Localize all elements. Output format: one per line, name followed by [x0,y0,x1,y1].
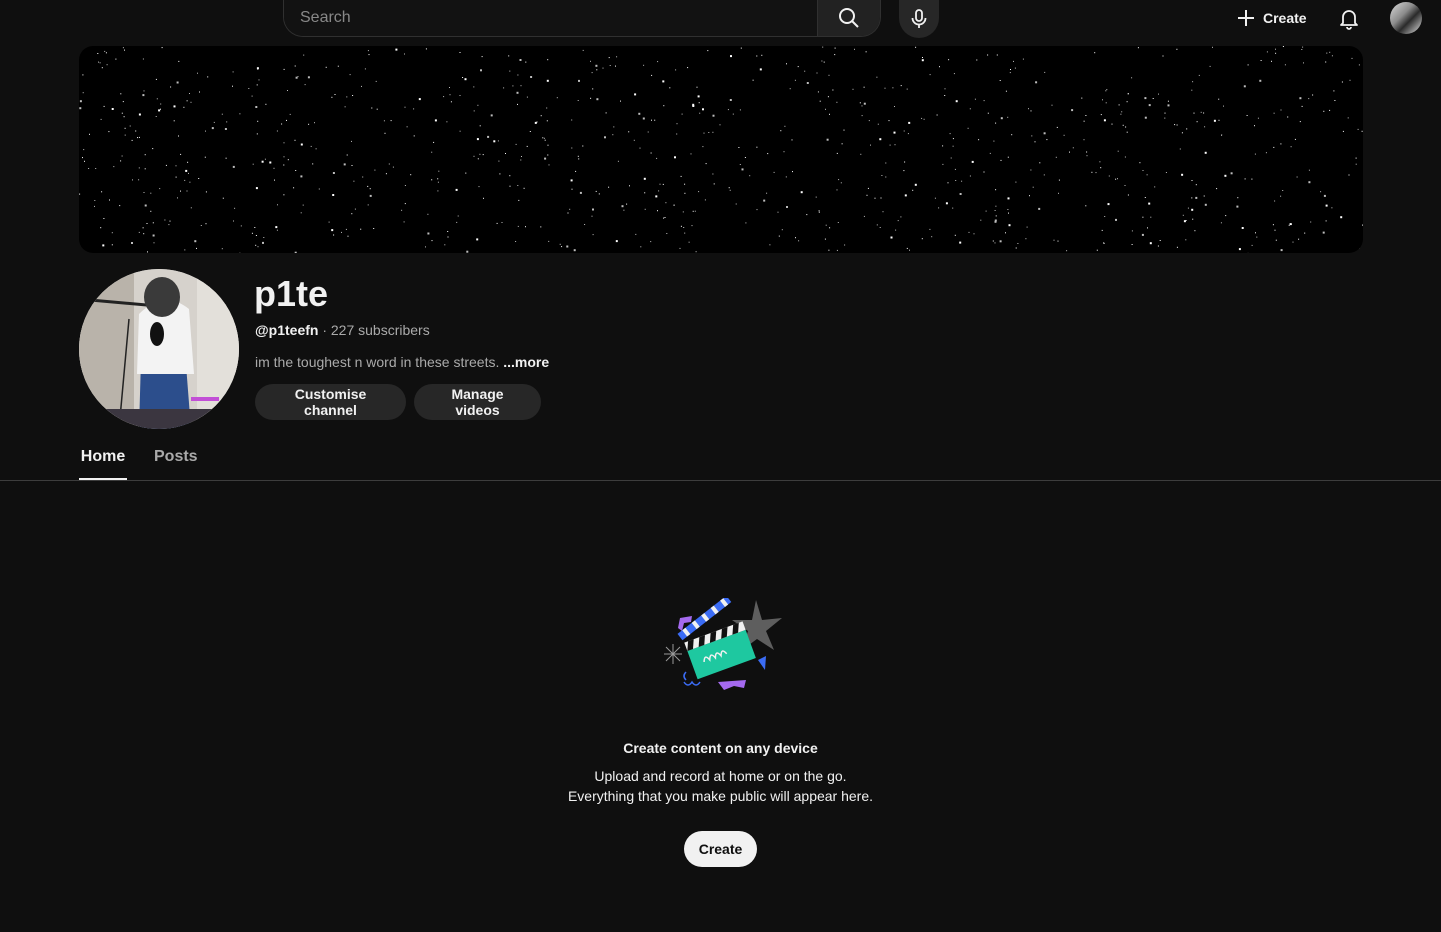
channel-meta: @p1teefn · 227 subscribers [255,321,430,339]
starfield-image [79,46,1363,253]
notifications-button[interactable] [1333,4,1365,32]
create-content-button[interactable]: Create [684,831,757,867]
channel-handle: @p1teefn [255,322,319,338]
create-label: Create [1263,10,1307,26]
account-avatar[interactable] [1390,2,1422,34]
manage-videos-button[interactable]: Manage videos [414,384,541,420]
empty-state-title: Create content on any device [623,740,818,756]
create-button-top[interactable]: Create [1228,2,1319,34]
customise-channel-button[interactable]: Customise channel [255,384,406,420]
tabs-divider [0,480,1441,481]
avatar-photo [79,269,239,429]
description-text: im the toughest n word in these streets. [255,354,500,370]
meta-separator: · [322,322,327,338]
empty-state-line-1: Upload and record at home or on the go. [594,768,847,784]
channel-description[interactable]: im the toughest n word in these streets.… [255,353,549,371]
search-button[interactable] [817,0,880,36]
more-link[interactable]: ...more [503,354,549,370]
subscriber-count: 227 subscribers [330,322,430,338]
voice-search-button[interactable] [899,0,939,38]
microphone-icon [911,9,927,28]
search-input[interactable] [284,0,817,36]
empty-state-line-2: Everything that you make public will app… [567,788,874,804]
plus-icon [1238,10,1254,26]
tab-home[interactable]: Home [79,440,127,480]
clapperboard-illustration [664,598,782,690]
search-icon [839,8,859,28]
search-bar [283,0,881,37]
channel-avatar [79,269,239,429]
channel-banner [79,46,1363,253]
bell-icon [1340,10,1358,30]
channel-name: p1te [254,273,329,314]
tab-posts[interactable]: Posts [154,440,198,480]
